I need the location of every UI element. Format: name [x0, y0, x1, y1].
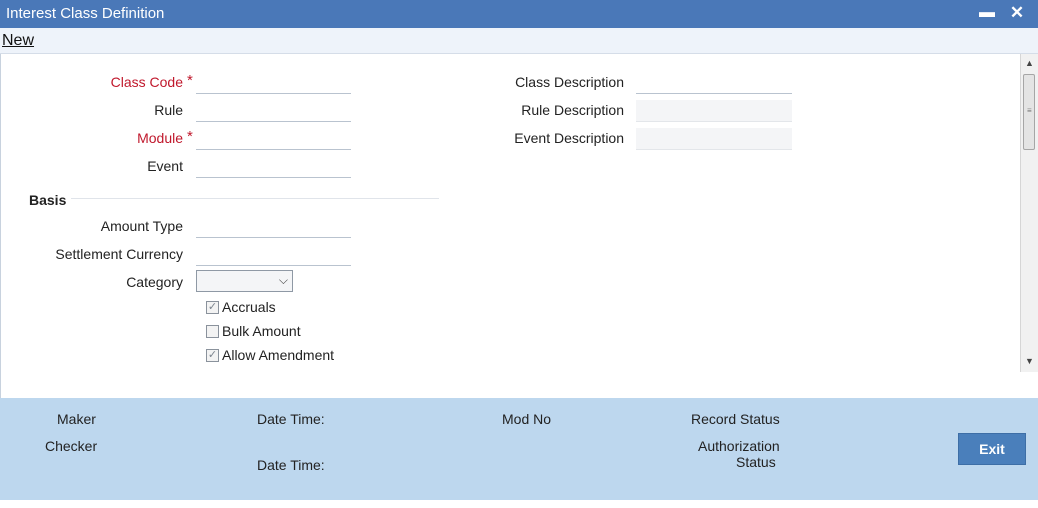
menu-bar: New [0, 28, 1038, 54]
allow-amendment-checkbox[interactable]: ✓ [206, 349, 219, 362]
scroll-up-icon[interactable]: ▲ [1025, 58, 1034, 68]
event-description-field [636, 128, 792, 150]
vertical-scrollbar[interactable]: ▲ ≡ ▼ [1020, 54, 1038, 372]
rule-description-label: Rule Description [521, 102, 624, 118]
bulk-amount-label: Bulk Amount [222, 323, 301, 339]
module-label: Module [137, 130, 183, 146]
event-input[interactable] [196, 156, 351, 178]
rule-description-field [636, 100, 792, 122]
authorization-label: Authorization [698, 438, 780, 454]
basis-divider [71, 198, 439, 199]
category-label: Category [126, 274, 183, 290]
class-description-input[interactable] [636, 72, 792, 94]
scrollbar-thumb[interactable]: ≡ [1023, 74, 1035, 150]
module-input[interactable] [196, 128, 351, 150]
bottom-strip [0, 500, 1038, 508]
form-content: Class Code * Rule Module * Event Class D… [0, 54, 1020, 398]
bulk-amount-checkbox[interactable] [206, 325, 219, 338]
grip-icon: ≡ [1027, 106, 1032, 115]
scroll-down-icon[interactable]: ▼ [1025, 356, 1034, 366]
title-bar: Interest Class Definition ▬ ✕ [0, 0, 1038, 28]
allow-amendment-label: Allow Amendment [222, 347, 335, 363]
close-icon[interactable]: ✕ [1006, 2, 1028, 24]
amount-type-label: Amount Type [100, 218, 183, 234]
rule-input[interactable] [196, 100, 351, 122]
record-status-label: Record Status [691, 411, 780, 427]
amount-type-input[interactable] [196, 216, 351, 238]
mod-no-label: Mod No [502, 411, 552, 427]
authorization-status-label: Status [736, 454, 776, 470]
exit-button[interactable]: Exit [958, 433, 1026, 465]
accruals-label: Accruals [222, 299, 276, 315]
maker-label: Maker [57, 411, 96, 427]
settlement-currency-input[interactable] [196, 244, 351, 266]
minimize-icon[interactable]: ▬ [976, 2, 998, 24]
class-code-required-marker: * [187, 72, 193, 89]
settlement-currency-label: Settlement Currency [55, 246, 183, 262]
audit-footer: Maker Checker Date Time: Date Time: Mod … [0, 398, 1038, 500]
accruals-checkbox[interactable]: ✓ [206, 301, 219, 314]
class-description-label: Class Description [515, 74, 624, 90]
checker-label: Checker [45, 438, 98, 454]
maker-date-time-label: Date Time: [257, 411, 325, 427]
module-required-marker: * [187, 128, 193, 145]
checker-date-time-label: Date Time: [257, 457, 325, 473]
event-description-label: Event Description [514, 130, 624, 146]
class-code-label: Class Code [110, 74, 183, 90]
rule-label: Rule [154, 102, 183, 118]
event-label: Event [147, 158, 183, 174]
new-link[interactable]: New [2, 32, 34, 50]
basis-section-title: Basis [29, 192, 67, 208]
class-code-input[interactable] [196, 72, 351, 94]
category-select[interactable]: ⌵ [196, 270, 293, 292]
chevron-down-icon: ⌵ [278, 273, 288, 287]
window-title: Interest Class Definition [6, 5, 165, 22]
